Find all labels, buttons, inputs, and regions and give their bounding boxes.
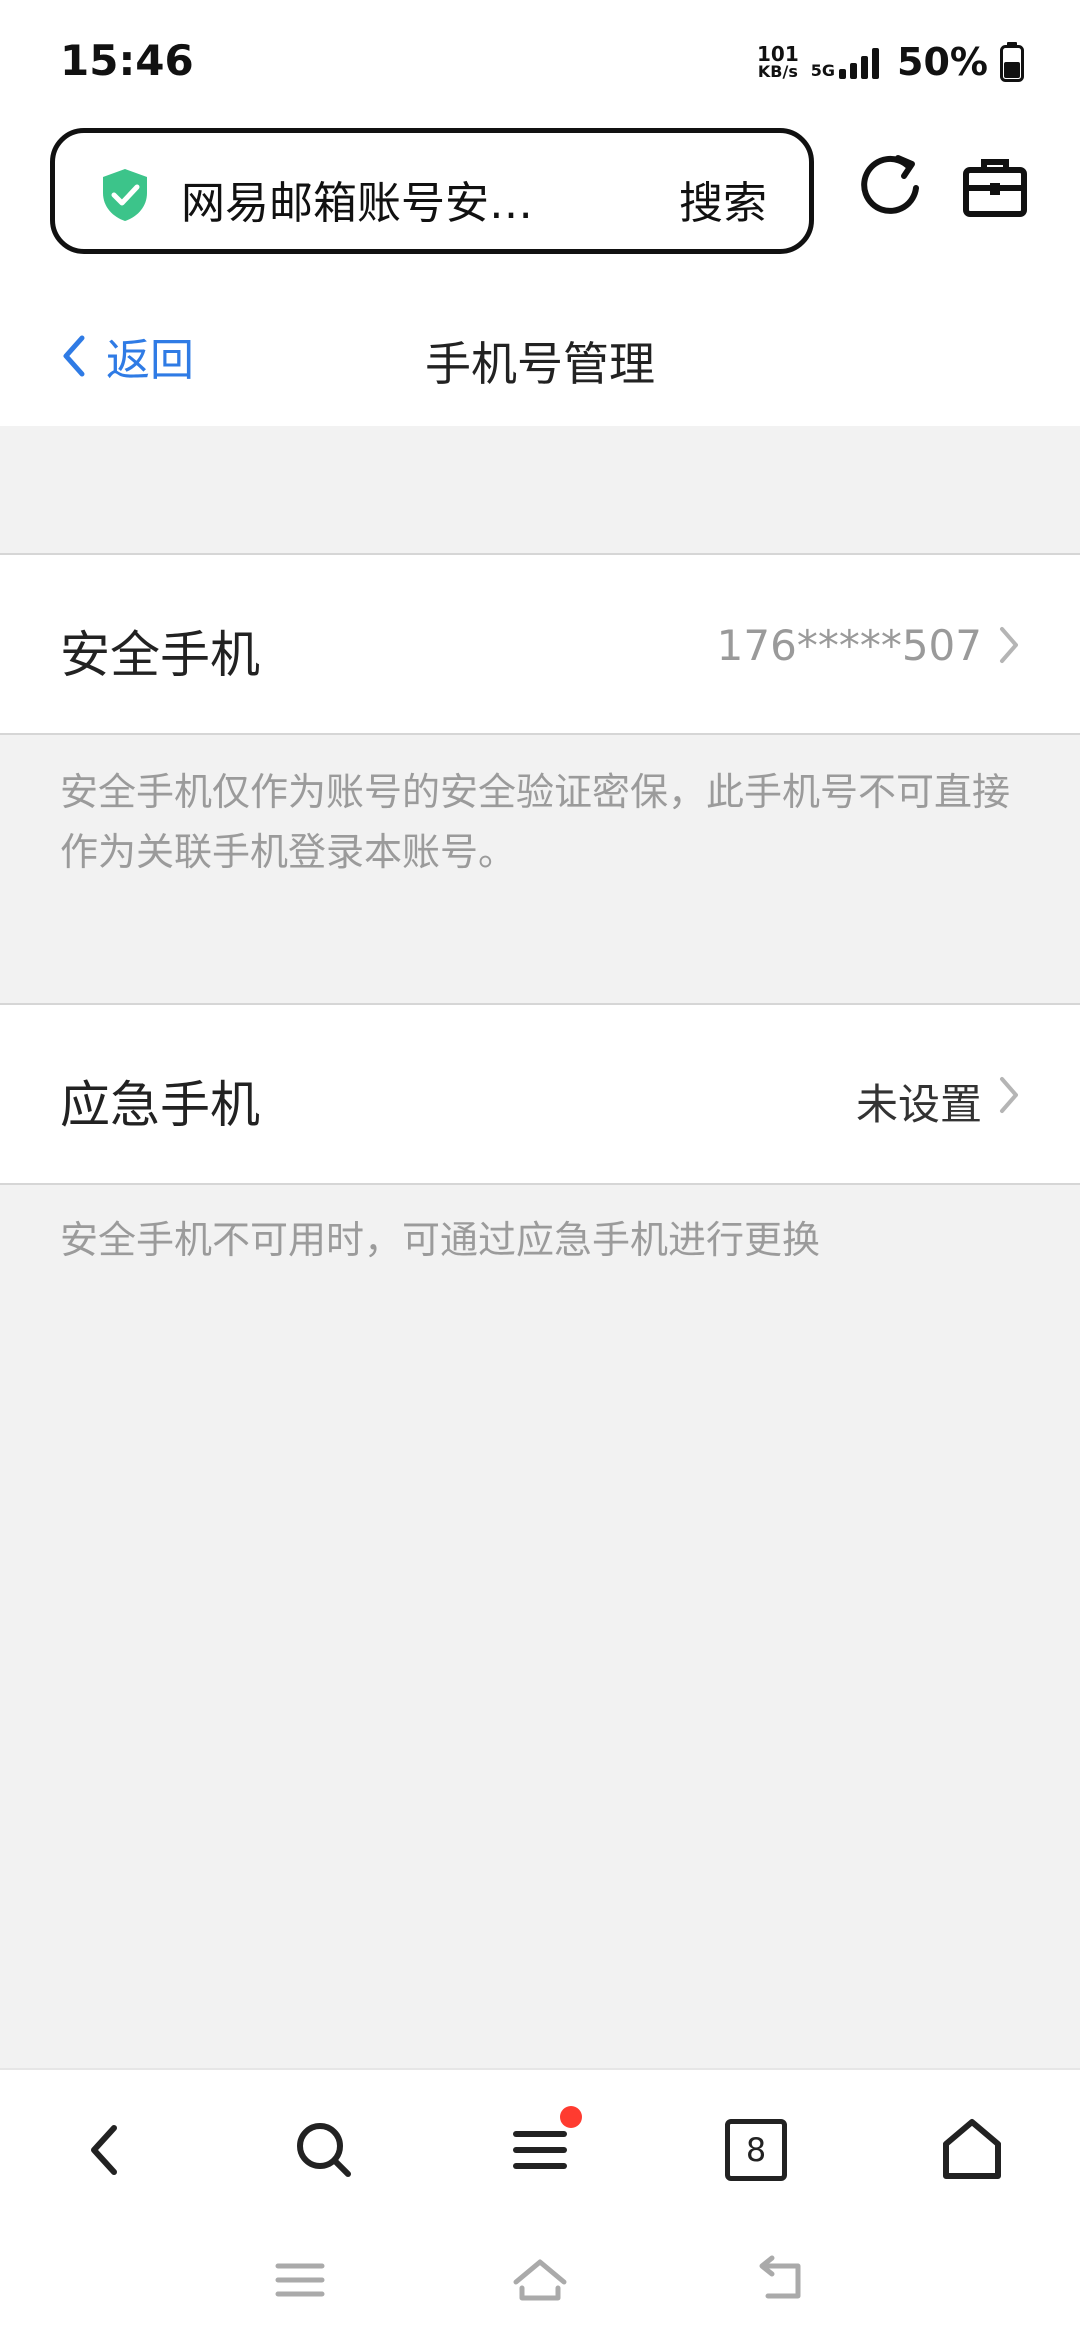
tab-count: 8 xyxy=(725,2119,787,2181)
address-bar[interactable]: 网易邮箱账号安… 搜索 xyxy=(50,128,814,254)
cellular-signal: 5G xyxy=(811,45,885,79)
system-nav-bar xyxy=(0,2228,1080,2344)
signal-bars-icon xyxy=(839,48,880,79)
page-url-title: 网易邮箱账号安… xyxy=(181,178,533,229)
network-speed: 101 KB/s xyxy=(757,44,799,80)
search-icon[interactable] xyxy=(288,2114,360,2186)
status-time: 15:46 xyxy=(60,36,194,85)
system-home-icon[interactable] xyxy=(510,2250,570,2310)
tabs-button[interactable]: 8 xyxy=(720,2114,792,2186)
emergency-phone-label: 应急手机 xyxy=(60,1076,260,1134)
secure-shield-icon xyxy=(103,169,147,221)
chevron-right-icon xyxy=(1000,627,1018,663)
security-phone-label: 安全手机 xyxy=(60,626,260,684)
menu-button[interactable] xyxy=(504,2106,582,2186)
emergency-phone-note: 安全手机不可用时，可通过应急手机进行更换 xyxy=(60,1218,821,1262)
browser-toolbar: 网易邮箱账号安… 搜索 xyxy=(0,120,1080,270)
browser-bottom-nav: 8 xyxy=(0,2068,1080,2228)
security-phone-value: 176*****507 xyxy=(716,621,982,670)
system-back-icon[interactable] xyxy=(750,2250,810,2310)
toolbox-icon[interactable] xyxy=(960,152,1030,222)
emergency-phone-value: 未设置 xyxy=(855,1080,982,1129)
status-bar: 15:46 101 KB/s 5G 50% xyxy=(0,0,1080,120)
page: 15:46 101 KB/s 5G 50% 网易邮箱账号安… 搜索 返回 手机号… xyxy=(0,0,1080,2344)
notification-dot xyxy=(560,2106,582,2128)
page-header: 返回 手机号管理 xyxy=(0,270,1080,426)
page-title: 手机号管理 xyxy=(425,337,655,391)
security-phone-note: 安全手机仅作为账号的安全验证密保，此手机号不可直接作为关联手机登录本账号。 xyxy=(60,770,1011,874)
back-icon[interactable] xyxy=(70,2114,142,2186)
network-type: 5G xyxy=(810,61,836,80)
refresh-icon[interactable] xyxy=(856,152,926,222)
status-indicators: 101 KB/s 5G 50% xyxy=(757,36,1024,88)
battery-percent: 50% xyxy=(897,40,988,84)
home-icon[interactable] xyxy=(936,2114,1008,2186)
network-speed-unit: KB/s xyxy=(757,62,798,81)
network-speed-value: 101 xyxy=(757,42,799,66)
battery-icon xyxy=(1000,42,1024,82)
security-phone-row[interactable]: 安全手机 176*****507 xyxy=(0,553,1080,735)
recent-apps-icon[interactable] xyxy=(270,2250,330,2310)
chevron-right-icon xyxy=(1000,1077,1018,1113)
search-button[interactable]: 搜索 xyxy=(679,167,767,231)
emergency-phone-row[interactable]: 应急手机 未设置 xyxy=(0,1003,1080,1185)
